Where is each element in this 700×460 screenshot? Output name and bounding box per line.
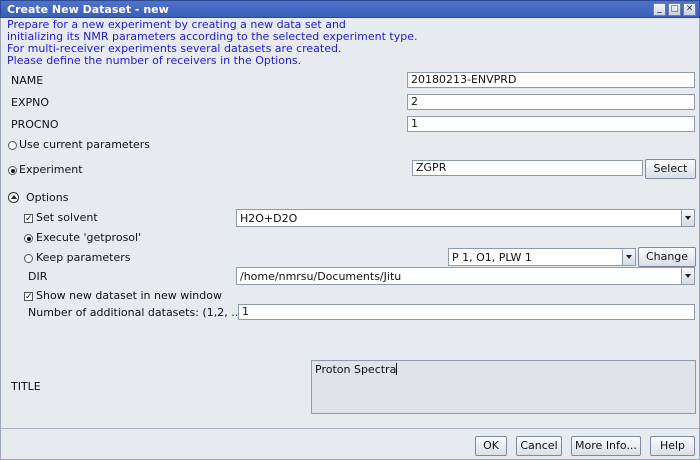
solvent-dropdown[interactable]: H2O+D2O	[236, 209, 695, 227]
change-button[interactable]: Change	[638, 247, 696, 267]
show-new-window-checkbox[interactable]: ✓	[24, 292, 33, 302]
chevron-down-icon[interactable]	[681, 268, 694, 284]
dir-value: /home/nmrsu/Documents/Jitu	[240, 270, 402, 283]
experiment-radio[interactable]	[8, 166, 17, 175]
cancel-button[interactable]: Cancel	[516, 436, 562, 456]
ok-button[interactable]: OK	[475, 436, 507, 456]
keep-parameters-label[interactable]: Keep parameters	[36, 251, 130, 264]
dir-label: DIR	[28, 270, 48, 283]
select-button[interactable]: Select	[645, 159, 696, 179]
chevron-down-icon[interactable]	[681, 210, 694, 226]
title-textarea[interactable]: Proton Spectra	[311, 360, 696, 414]
help-button[interactable]: Help	[650, 436, 695, 456]
set-solvent-checkbox[interactable]: ✓	[24, 214, 33, 224]
solvent-value: H2O+D2O	[240, 212, 298, 225]
show-new-window-label[interactable]: Show new dataset in new window	[36, 289, 222, 302]
additional-datasets-label: Number of additional datasets: (1,2, ...…	[28, 306, 260, 319]
use-current-label[interactable]: Use current parameters	[19, 138, 150, 151]
maximize-button[interactable]: ▢	[668, 3, 681, 16]
info-text: Prepare for a new experiment by creating…	[7, 19, 418, 67]
expno-field[interactable]: 2	[407, 94, 695, 110]
experiment-label[interactable]: Experiment	[19, 163, 83, 176]
chevron-down-icon[interactable]	[622, 249, 635, 265]
window-title: Create New Dataset - new	[7, 3, 169, 16]
options-header[interactable]: Options	[26, 191, 68, 204]
dir-dropdown[interactable]: /home/nmrsu/Documents/Jitu	[236, 267, 695, 285]
additional-datasets-field[interactable]: 1	[238, 304, 695, 320]
procno-field[interactable]: 1	[407, 116, 695, 132]
text-caret	[396, 363, 398, 375]
experiment-field[interactable]: ZGPR	[412, 160, 643, 176]
procno-label: PROCNO	[11, 118, 59, 131]
close-button[interactable]: ✕	[683, 3, 696, 16]
keep-parameters-radio[interactable]	[24, 254, 33, 263]
name-field[interactable]: 20180213-ENVPRD	[407, 72, 695, 88]
info-line: Please define the number of receivers in…	[7, 54, 302, 67]
title-label: TITLE	[11, 380, 41, 393]
collapse-icon[interactable]	[8, 192, 19, 203]
use-current-radio[interactable]	[8, 141, 17, 150]
title-text: Proton Spectra	[315, 363, 397, 376]
footer-separator	[1, 428, 699, 429]
execute-getprosol-radio[interactable]	[24, 234, 33, 243]
name-label: NAME	[11, 74, 44, 87]
set-solvent-label[interactable]: Set solvent	[36, 211, 98, 224]
keep-parameters-value: P 1, O1, PLW 1	[452, 251, 532, 264]
dialog-body: Prepare for a new experiment by creating…	[0, 18, 700, 460]
execute-getprosol-label[interactable]: Execute 'getprosol'	[36, 231, 141, 244]
window-titlebar: Create New Dataset - new _ ▢ ✕	[0, 0, 700, 18]
minimize-button[interactable]: _	[653, 3, 666, 16]
more-info-button[interactable]: More Info...	[571, 436, 641, 456]
keep-parameters-dropdown[interactable]: P 1, O1, PLW 1	[448, 248, 636, 266]
window-controls: _ ▢ ✕	[653, 3, 696, 16]
expno-label: EXPNO	[11, 96, 50, 109]
